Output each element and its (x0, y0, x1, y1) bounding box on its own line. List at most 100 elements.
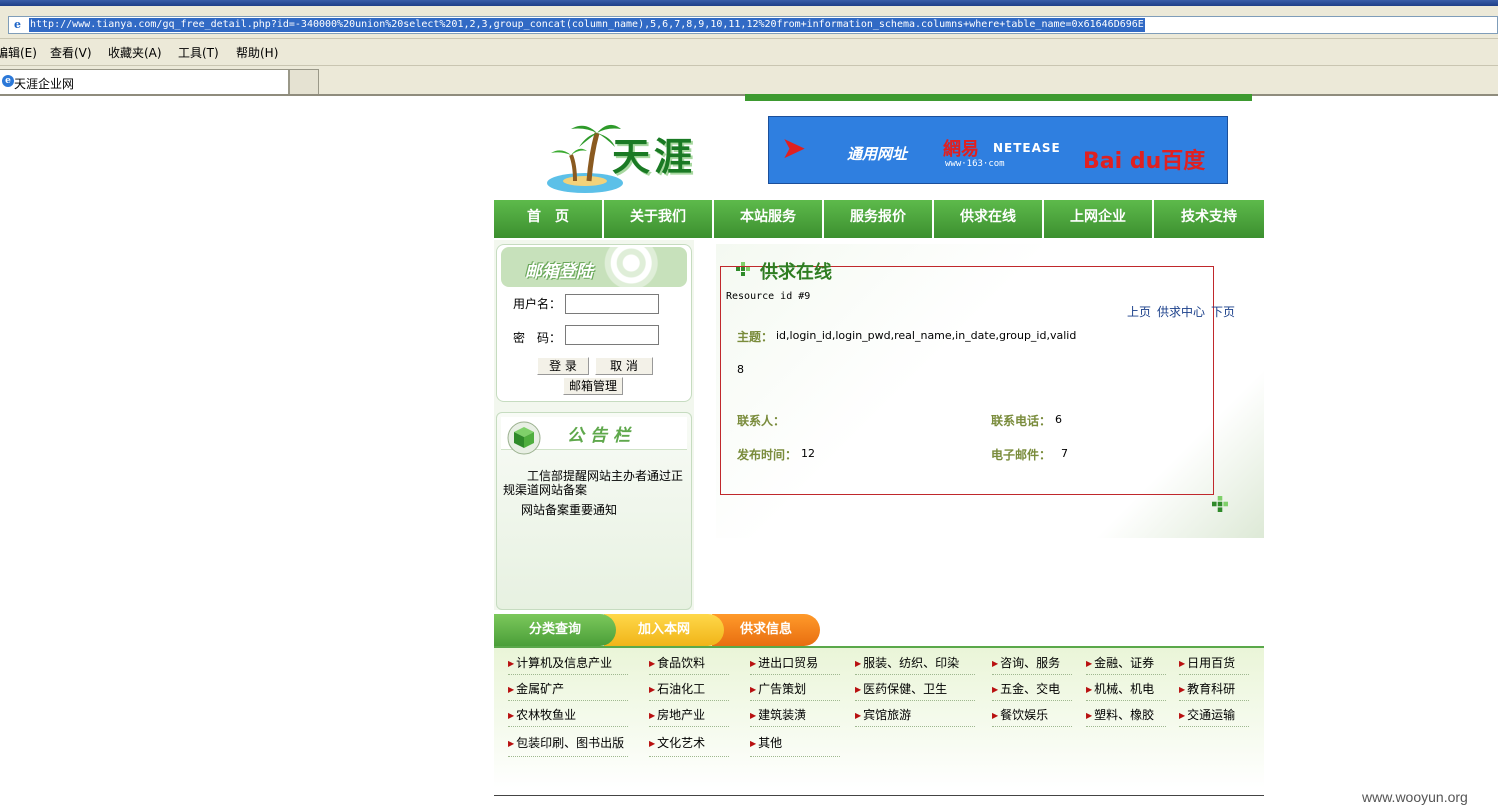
login-button[interactable]: 登 录 (537, 357, 589, 375)
nav-companies[interactable]: 上网企业 (1044, 200, 1154, 238)
category-link[interactable]: 五金、交电 (992, 680, 1060, 697)
main-nav: 首 页 关于我们 本站服务 服务报价 供求在线 上网企业 技术支持 (494, 200, 1264, 238)
divider (649, 726, 729, 727)
publish-time-value: 12 (801, 447, 815, 460)
category-link[interactable]: 服装、纺织、印染 (855, 654, 959, 671)
nav-services[interactable]: 本站服务 (714, 200, 824, 238)
email-label: 电子邮件： (991, 448, 1052, 462)
nav-about[interactable]: 关于我们 (604, 200, 714, 238)
email-value: 7 (1061, 447, 1068, 460)
category-link[interactable]: 食品饮料 (649, 654, 705, 671)
category-link[interactable]: 医药保健、卫生 (855, 680, 947, 697)
divider (1179, 726, 1249, 727)
divider (508, 700, 628, 701)
mail-manage-button[interactable]: 邮箱管理 (563, 377, 623, 395)
divider (1179, 674, 1249, 675)
menu-tools[interactable]: 工具(T) (178, 44, 219, 61)
body-value: 8 (737, 363, 744, 376)
divider (750, 756, 840, 757)
menu-edit[interactable]: 编辑(E) (0, 44, 37, 61)
address-url[interactable]: http://www.tianya.com/gq_free_detail.php… (29, 18, 1145, 32)
category-link[interactable]: 塑料、橡胶 (1086, 706, 1154, 723)
notice-item-2[interactable]: 网站备案重要通知 (521, 501, 617, 518)
divider (992, 726, 1072, 727)
category-link[interactable]: 金融、证券 (1086, 654, 1154, 671)
notice-item-1[interactable]: 工信部提醒网站主办者通过正规渠道网站备案 (503, 469, 687, 497)
category-link[interactable]: 宾馆旅游 (855, 706, 911, 723)
category-link[interactable]: 计算机及信息产业 (508, 654, 612, 671)
phone-label: 联系电话： (991, 414, 1052, 428)
category-link[interactable]: 进出口贸易 (750, 654, 818, 671)
menu-bar: 编辑(E) 查看(V) 收藏夹(A) 工具(T) 帮助(H) (0, 39, 1498, 66)
tab-title: 天涯企业网 (14, 77, 75, 91)
green-cross-icon (736, 262, 750, 276)
phone-value: 6 (1055, 413, 1062, 426)
tab-category-search[interactable]: 分类查询 (494, 614, 616, 646)
banner-text-1: 通用网址 (847, 145, 908, 163)
tab-bar: e 天涯企业网 (0, 66, 1498, 96)
category-link[interactable]: 日用百货 (1179, 654, 1235, 671)
new-tab-button[interactable] (289, 69, 319, 94)
divider (649, 756, 729, 757)
prev-page-link[interactable]: 上页 (1127, 303, 1151, 320)
cancel-button[interactable]: 取 消 (595, 357, 653, 375)
green-cross-corner-icon (1212, 496, 1228, 512)
category-box: 计算机及信息产业 食品饮料 进出口贸易 服装、纺织、印染 咨询、服务 金融、证券… (494, 646, 1264, 788)
ie-page-icon: e (14, 18, 21, 31)
ad-banner[interactable]: ➤ 通用网址 網易 NETEASE www·163·com Bai du百度 (768, 116, 1228, 184)
login-header: 邮箱登陆 (501, 247, 687, 287)
nav-supply-demand[interactable]: 供求在线 (934, 200, 1044, 238)
contact-label: 联系人： (737, 414, 786, 428)
supply-center-link[interactable]: 供求中心 (1157, 303, 1205, 320)
next-page-link[interactable]: 下页 (1211, 303, 1235, 320)
category-link[interactable]: 咨询、服务 (992, 654, 1060, 671)
username-label: 用户名： (513, 297, 562, 311)
divider (750, 726, 840, 727)
category-link[interactable]: 石油化工 (649, 680, 705, 697)
banner-text-4: www·163·com (945, 159, 1005, 169)
category-link[interactable]: 机械、机电 (1086, 680, 1154, 697)
category-link[interactable]: 建筑装潢 (750, 706, 806, 723)
cubes-icon (507, 421, 541, 455)
nav-support[interactable]: 技术支持 (1154, 200, 1264, 238)
divider (750, 674, 840, 675)
divider (1179, 700, 1249, 701)
banner-text-2: 網易 (943, 139, 979, 160)
banner-text-3: NETEASE (993, 141, 1061, 155)
divider (855, 726, 975, 727)
menu-help[interactable]: 帮助(H) (236, 44, 278, 61)
site-logo-text: 天涯 (612, 134, 697, 179)
ie-tab-icon: e (2, 75, 14, 87)
category-link[interactable]: 广告策划 (750, 680, 806, 697)
category-link[interactable]: 金属矿产 (508, 680, 564, 697)
divider (992, 674, 1072, 675)
category-link[interactable]: 文化艺术 (649, 734, 705, 751)
divider (750, 700, 840, 701)
mail-login-panel: 邮箱登陆 用户名： 密 码： 登 录 取 消 邮箱管理 (496, 244, 692, 402)
divider (508, 756, 628, 757)
tab-supply-info[interactable]: 供求信息 (712, 614, 820, 646)
address-field[interactable]: e http://www.tianya.com/gq_free_detail.p… (8, 16, 1498, 34)
watermark: www.wooyun.org (1362, 789, 1468, 805)
username-input[interactable] (565, 294, 659, 314)
tab-join[interactable]: 加入本网 (604, 614, 724, 646)
address-bar: e http://www.tianya.com/gq_free_detail.p… (0, 6, 1498, 39)
category-link[interactable]: 交通运输 (1179, 706, 1235, 723)
divider (508, 726, 628, 727)
category-link[interactable]: 餐饮娱乐 (992, 706, 1048, 723)
menu-view[interactable]: 查看(V) (50, 44, 92, 61)
browser-tab[interactable]: e 天涯企业网 (0, 69, 289, 94)
category-link[interactable]: 包装印刷、图书出版 (508, 734, 624, 751)
main-title: 供求在线 (760, 262, 832, 283)
divider (855, 674, 975, 675)
category-link[interactable]: 其他 (750, 734, 782, 751)
category-link[interactable]: 房地产业 (649, 706, 705, 723)
nav-pricing[interactable]: 服务报价 (824, 200, 934, 238)
menu-favorites[interactable]: 收藏夹(A) (108, 44, 162, 61)
subject-value: id,login_id,login_pwd,real_name,in_date,… (776, 329, 1077, 342)
password-input[interactable] (565, 325, 659, 345)
category-link[interactable]: 教育科研 (1179, 680, 1235, 697)
nav-home[interactable]: 首 页 (494, 200, 604, 238)
category-link[interactable]: 农林牧鱼业 (508, 706, 576, 723)
notice-title: 公告栏 (567, 426, 636, 446)
